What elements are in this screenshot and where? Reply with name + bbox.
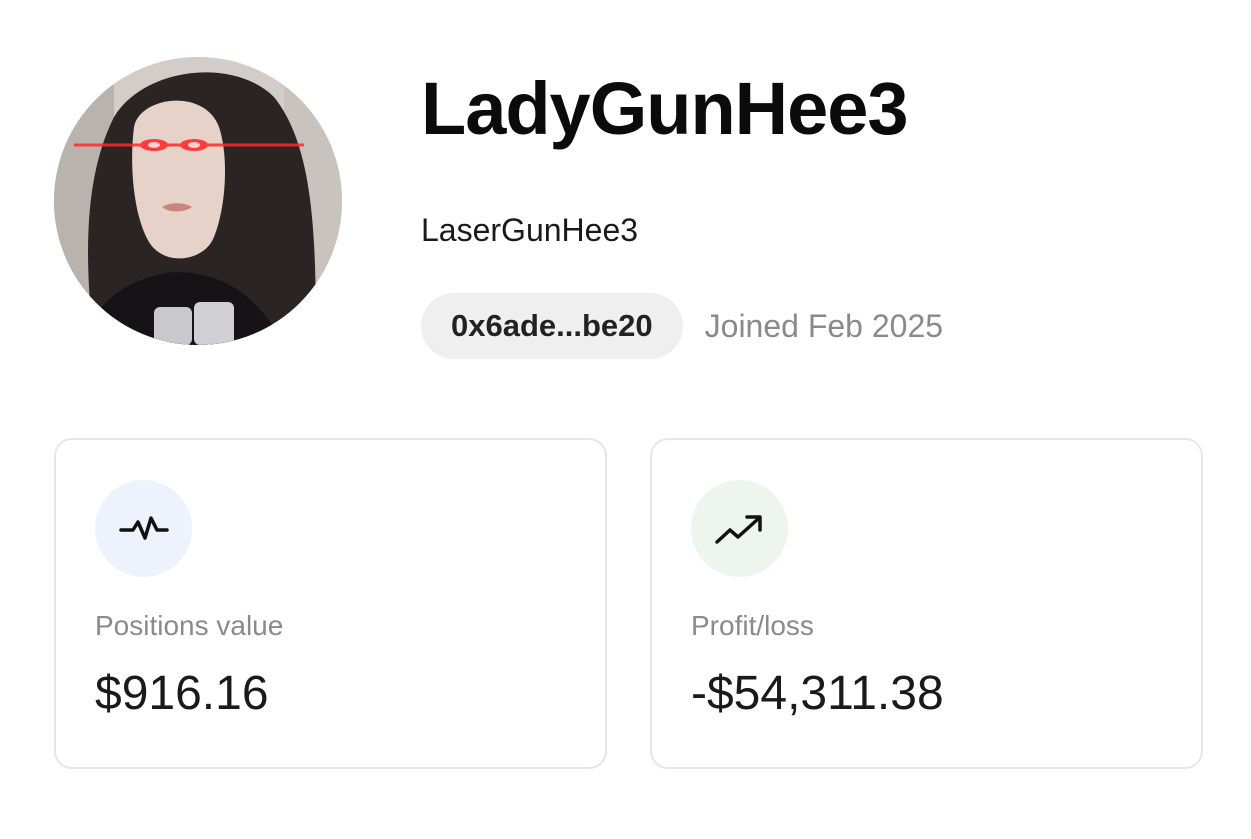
stat-label: Profit/loss <box>691 610 814 641</box>
stat-value: $916.16 <box>95 667 269 720</box>
positions-value-card: Positions value $916.16 <box>54 438 607 769</box>
profile-meta: 0x6ade...be20 Joined Feb 2025 <box>421 293 943 359</box>
profile-page: LadyGunHee3 LaserGunHee3 0x6ade...be20 J… <box>0 0 1251 839</box>
avatar <box>54 57 342 345</box>
trending-up-icon <box>691 480 788 577</box>
activity-icon <box>95 480 192 577</box>
stat-value: -$54,311.38 <box>691 667 944 720</box>
stat-label: Positions value <box>95 610 284 641</box>
display-name: LaserGunHee3 <box>421 212 639 248</box>
joined-date: Joined Feb 2025 <box>704 307 944 344</box>
username: LadyGunHee3 <box>421 67 909 150</box>
profit-loss-card: Profit/loss -$54,311.38 <box>650 438 1203 769</box>
wallet-address-pill[interactable]: 0x6ade...be20 <box>421 293 683 359</box>
